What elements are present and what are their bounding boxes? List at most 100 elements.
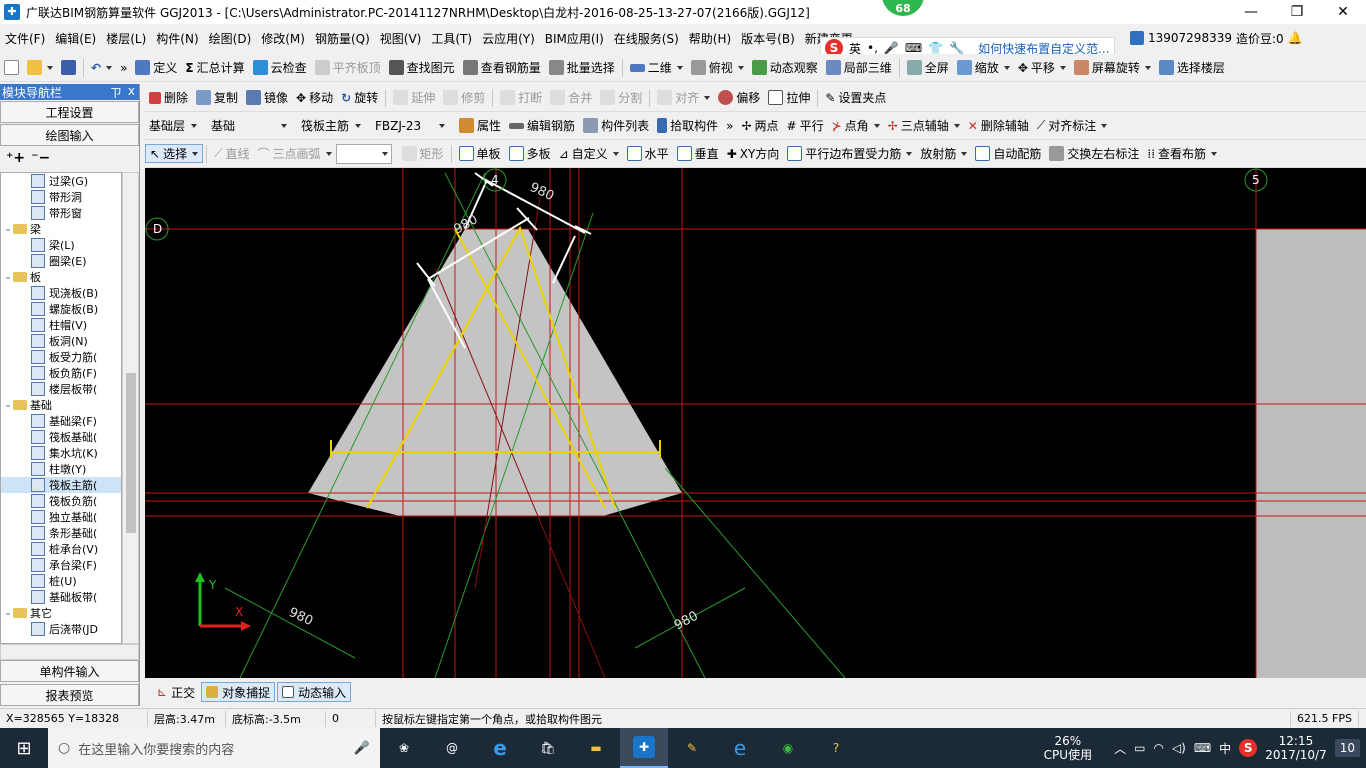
copy-button[interactable]: 复制 (192, 89, 242, 106)
tree-item[interactable]: 基础梁(F) (1, 413, 121, 429)
green-app-icon[interactable]: ◉ (764, 728, 812, 768)
view-layout-button[interactable]: ⁞⁞ 查看布筋 (1143, 145, 1221, 162)
menu-online[interactable]: 在线服务(S) (609, 30, 684, 47)
single-board-button[interactable]: 单板 (455, 145, 505, 162)
align-button[interactable]: 对齐 (653, 89, 714, 106)
select-floor-button[interactable]: 选择楼层 (1155, 59, 1229, 76)
canvas-drawing[interactable]: D 4 5 980 980 980 980 Y X (145, 168, 1366, 678)
keyboard-icon[interactable]: ⌨ (1194, 741, 1211, 755)
file-explorer-icon[interactable]: ▬ (572, 728, 620, 768)
ime-indicator[interactable]: 中 (1219, 740, 1231, 757)
help-app-icon[interactable]: ? (812, 728, 860, 768)
chevron-down-icon[interactable]: ⌄ (3, 224, 13, 234)
type-select[interactable]: 筏板主筋 (297, 116, 365, 136)
tree-item[interactable]: 带形窗 (1, 205, 121, 221)
line-tool-button[interactable]: ⟋ 直线 (210, 145, 253, 162)
expand-all-icon[interactable]: ⁺+ (6, 150, 25, 166)
minimize-button[interactable]: — (1228, 0, 1274, 24)
radial-rebar-button[interactable]: 放射筋 (916, 145, 971, 162)
menu-rebar[interactable]: 钢筋量(Q) (310, 30, 375, 47)
close-button[interactable]: ✕ (1320, 0, 1366, 24)
bell-icon[interactable]: 🔔 (1288, 31, 1303, 45)
tree-folder[interactable]: ⌄ 基础 (1, 397, 121, 413)
notepad-app-icon[interactable]: ✎ (668, 728, 716, 768)
rect-tool-button[interactable]: 矩形 (398, 145, 448, 162)
auto-rebar-button[interactable]: 自动配筋 (971, 145, 1045, 162)
delete-axis-button[interactable]: ✕ 删除辅轴 (964, 117, 1033, 134)
undo-button[interactable]: ↶ (87, 61, 116, 75)
chevron-down-icon[interactable]: ⌄ (3, 272, 13, 282)
menu-tools[interactable]: 工具(T) (426, 30, 477, 47)
batch-select-button[interactable]: 批量选择 (545, 59, 619, 76)
tree-item[interactable]: 基础板带( (1, 589, 121, 605)
tree-item[interactable]: 螺旋板(B) (1, 301, 121, 317)
tree-item[interactable]: 现浇板(B) (1, 285, 121, 301)
offset-button[interactable]: 偏移 (714, 89, 764, 106)
summary-calc-button[interactable]: Σ 汇总计算 (181, 59, 248, 76)
pan-button[interactable]: ✥ 平移 (1014, 59, 1070, 76)
select-tool-button[interactable]: ↖ 选择 (145, 144, 204, 163)
chevron-down-icon[interactable]: ⌄ (3, 608, 13, 618)
taskbar-search-box[interactable]: ○ 在这里输入你要搜索的内容 🎤 (48, 728, 380, 768)
notification-center[interactable]: 10 (1334, 739, 1360, 757)
object-snap-toggle[interactable]: 对象捕捉 (201, 682, 276, 702)
menu-edit[interactable]: 编辑(E) (50, 30, 101, 47)
menu-floor[interactable]: 楼层(L) (101, 30, 151, 47)
xy-direction-button[interactable]: ✚ XY方向 (723, 145, 784, 162)
single-component-input-tab[interactable]: 单构件输入 (0, 660, 139, 682)
local-3d-button[interactable]: 局部三维 (822, 59, 896, 76)
cpu-usage[interactable]: 26% CPU使用 (1044, 734, 1092, 762)
pin-icon[interactable]: ㄗ (110, 84, 122, 101)
set-grip-button[interactable]: ✎ 设置夹点 (821, 89, 890, 106)
battery-icon[interactable]: ▭ (1134, 741, 1145, 755)
find-element-button[interactable]: 查找图元 (385, 59, 459, 76)
wifi-icon[interactable]: ◠ (1153, 741, 1163, 755)
trim-button[interactable]: 修剪 (439, 89, 489, 106)
nav-close-icon[interactable]: x (128, 84, 135, 101)
report-preview-tab[interactable]: 报表预览 (0, 684, 139, 706)
align-dimension-button[interactable]: ⟋ 对齐标注 (1033, 117, 1111, 134)
tree-item[interactable]: 独立基础( (1, 509, 121, 525)
fullscreen-button[interactable]: 全屏 (903, 59, 953, 76)
store-icon[interactable]: 🛍 (524, 728, 572, 768)
tree-item[interactable]: 筏板主筋( (1, 477, 121, 493)
flush-top-button[interactable]: 平齐板顶 (311, 59, 385, 76)
start-button[interactable]: ⊞ (0, 728, 48, 768)
view-rebar-button[interactable]: 查看钢筋量 (459, 59, 545, 76)
tree-item[interactable]: 后浇带(JD (1, 621, 121, 637)
tree-item[interactable]: 承台梁(F) (1, 557, 121, 573)
shape-select[interactable] (335, 143, 392, 164)
tree-item[interactable]: 集水坑(K) (1, 445, 121, 461)
parallel-axis-button[interactable]: # 平行 (783, 117, 828, 134)
microphone-icon[interactable]: 🎤 (354, 741, 380, 756)
pick-component-button[interactable]: 拾取构件 (653, 117, 722, 134)
tree-item[interactable]: 柱墩(Y) (1, 461, 121, 477)
category-select[interactable]: 基础 (207, 116, 291, 136)
component-list-button[interactable]: 构件列表 (579, 117, 653, 134)
glodon-app-icon[interactable]: ✚ (620, 728, 668, 768)
tree-item[interactable]: 板洞(N) (1, 333, 121, 349)
swirl-app-icon[interactable]: @ (428, 728, 476, 768)
mic-icon[interactable]: 🎤 (884, 41, 899, 55)
move-button[interactable]: ✥ 移动 (292, 89, 337, 106)
sogou-tray-icon[interactable]: S (1239, 739, 1258, 757)
three-point-axis-button[interactable]: ✢ 三点辅轴 (884, 117, 964, 134)
tree-item[interactable]: 筏板基础( (1, 429, 121, 445)
dynamic-input-toggle[interactable]: 动态输入 (277, 682, 352, 702)
stretch-button[interactable]: 拉伸 (764, 89, 814, 106)
vertical-button[interactable]: 垂直 (673, 145, 723, 162)
tray-expand-icon[interactable]: ︿ (1114, 740, 1126, 757)
tree-item[interactable]: 梁(L) (1, 237, 121, 253)
ie-browser-icon[interactable]: e (716, 728, 764, 768)
extend-button[interactable]: 延伸 (389, 89, 439, 106)
keyboard-icon[interactable]: ⌨ (905, 41, 922, 55)
menu-view[interactable]: 视图(V) (375, 30, 427, 47)
merge-button[interactable]: 合并 (546, 89, 596, 106)
two-point-axis-button[interactable]: ✢ 两点 (737, 117, 782, 134)
drawing-canvas[interactable]: D 4 5 980 980 980 980 Y X (145, 168, 1366, 678)
component-select[interactable]: FBZJ-23 (371, 116, 449, 136)
tree-item[interactable]: 条形基础( (1, 525, 121, 541)
top-view-select[interactable]: 俯视 (687, 59, 748, 76)
menu-help[interactable]: 帮助(H) (684, 30, 736, 47)
property-button[interactable]: 属性 (455, 117, 505, 134)
